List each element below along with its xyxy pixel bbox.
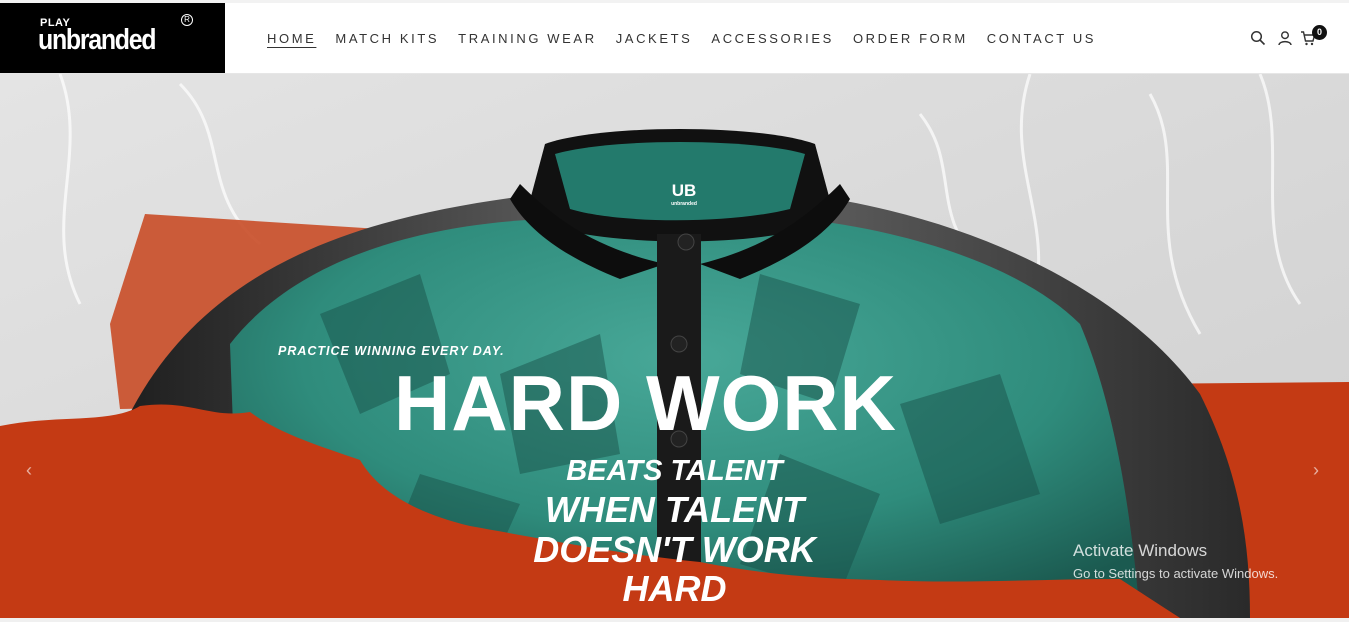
logo-brand-name: unbranded	[38, 24, 157, 56]
hero-line-1: BEATS TALENT	[566, 455, 783, 487]
hero-tagline: PRACTICE WINNING EVERY DAY.	[278, 344, 505, 358]
main-nav: HOME MATCH KITS TRAINING WEAR JACKETS AC…	[267, 3, 1115, 73]
hero-headline: HARD WORK	[394, 359, 897, 447]
site-header: PLAY unbranded R HOME MATCH KITS TRAININ…	[0, 3, 1349, 74]
user-icon[interactable]	[1277, 30, 1293, 46]
windows-activation-title: Activate Windows	[1073, 541, 1208, 560]
cart-count-badge: 0	[1312, 25, 1327, 40]
brand-logo[interactable]: PLAY unbranded R	[0, 3, 225, 73]
search-icon[interactable]	[1250, 30, 1266, 46]
bottom-border	[0, 618, 1349, 622]
collar-logo-sub: unbranded	[671, 201, 697, 207]
nav-order-form[interactable]: ORDER FORM	[853, 31, 968, 46]
nav-training-wear[interactable]: TRAINING WEAR	[458, 31, 597, 46]
nav-jackets[interactable]: JACKETS	[616, 31, 693, 46]
nav-home[interactable]: HOME	[267, 31, 316, 46]
logo-registered-mark: R	[181, 14, 193, 26]
nav-match-kits[interactable]: MATCH KITS	[335, 31, 439, 46]
nav-contact-us[interactable]: CONTACT US	[987, 31, 1096, 46]
collar-logo: UB	[672, 181, 697, 200]
nav-accessories[interactable]: ACCESSORIES	[711, 31, 834, 46]
hero-line-2: WHEN TALENT	[544, 489, 805, 530]
windows-activation-text: Go to Settings to activate Windows.	[1073, 566, 1279, 581]
